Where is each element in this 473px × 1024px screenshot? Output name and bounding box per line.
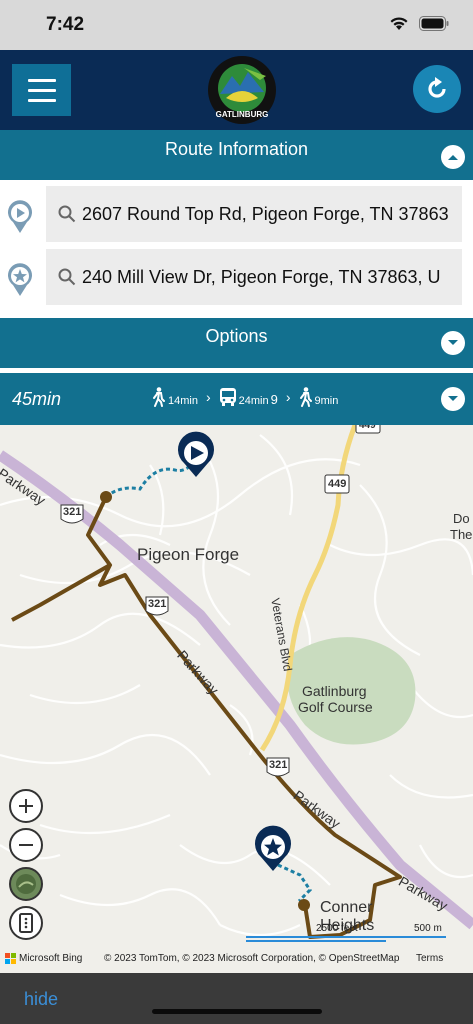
walk2-time: 9min xyxy=(314,395,339,407)
bing-logo: Microsoft Bing xyxy=(5,953,82,964)
trip-duration: 45min xyxy=(12,389,62,409)
walk1-time: 14min xyxy=(168,395,198,407)
plus-icon xyxy=(19,799,33,813)
chevron-down-icon xyxy=(448,340,458,345)
route-321-shield: 321 xyxy=(148,598,167,610)
hamburger-icon xyxy=(27,78,56,82)
origin-text: 2607 Round Top Rd, Pigeon Forge, TN 3786… xyxy=(82,203,449,224)
bottom-bar: hide xyxy=(0,973,473,1024)
chevron-right-icon: › xyxy=(205,389,211,405)
map-attribution: © 2023 TomTom, © 2023 Microsoft Corporat… xyxy=(104,953,400,964)
place-dollywood-2: The xyxy=(450,527,473,542)
wifi-icon xyxy=(390,17,408,30)
terms-link[interactable]: Terms xyxy=(416,953,443,964)
zoom-in-button[interactable] xyxy=(9,789,43,823)
trip-summary-toggle[interactable] xyxy=(441,387,465,411)
gatlinburg-logo: GATLINBURG xyxy=(208,56,276,124)
battery-icon xyxy=(419,16,449,31)
destination-row: 240 Mill View Dr, Pigeon Forge, TN 37863… xyxy=(0,249,473,305)
trip-legs: 14min › 24min 9 › 9min xyxy=(152,387,338,407)
chevron-up-icon xyxy=(448,155,458,160)
options-header[interactable]: Options xyxy=(0,318,473,368)
home-indicator xyxy=(152,1009,322,1014)
destination-text: 240 Mill View Dr, Pigeon Forge, TN 37863… xyxy=(82,266,441,287)
map-style-button[interactable] xyxy=(9,867,43,901)
provider-label: Microsoft Bing xyxy=(19,953,83,964)
route-info-toggle[interactable] xyxy=(441,145,465,169)
scale-meters: 500 m xyxy=(414,923,442,934)
app-header: GATLINBURG xyxy=(0,50,473,130)
refresh-icon xyxy=(428,77,446,98)
chevron-down-icon xyxy=(448,396,458,401)
scale-bar xyxy=(246,936,446,942)
layers-icon xyxy=(19,913,33,933)
route-449-shield: 449 xyxy=(359,425,376,431)
walk-leg-2: 9min xyxy=(299,387,339,407)
route-321-shield: 321 xyxy=(63,506,82,518)
bus-time: 24min xyxy=(238,395,269,407)
scale-feet: 2500 feet xyxy=(316,923,358,934)
chevron-right-icon: › xyxy=(285,389,291,405)
walk-icon xyxy=(299,387,312,407)
origin-pin-icon xyxy=(8,200,33,233)
destination-field[interactable]: 240 Mill View Dr, Pigeon Forge, TN 37863… xyxy=(46,249,462,305)
walk-icon xyxy=(153,387,165,407)
refresh-button[interactable] xyxy=(413,65,461,113)
search-icon xyxy=(58,205,76,223)
status-icons xyxy=(389,16,449,31)
bus-leg: 24min 9 xyxy=(219,387,278,407)
bus-icon xyxy=(219,388,236,406)
menu-button[interactable] xyxy=(12,64,71,116)
place-conner-1: Conner xyxy=(320,899,373,916)
walk-leg-1: 14min xyxy=(152,387,198,407)
aerial-view-icon xyxy=(16,874,36,894)
route-321-shield: 321 xyxy=(269,759,288,771)
status-time: 7:42 xyxy=(46,14,85,35)
search-icon xyxy=(58,268,76,286)
map-view[interactable]: 321 321 321 449 449 Pigeon Forge Parkway… xyxy=(0,425,473,973)
route-info-header[interactable]: Route Information xyxy=(0,130,473,180)
zoom-out-button[interactable] xyxy=(9,828,43,862)
destination-map-pin[interactable] xyxy=(255,825,291,871)
status-bar: 7:42 xyxy=(0,0,473,50)
trip-summary[interactable]: 45min 14min › 24min 9 › 9min xyxy=(0,373,473,425)
origin-field[interactable]: 2607 Round Top Rd, Pigeon Forge, TN 3786… xyxy=(46,186,462,242)
golf-course-label-1: Gatlinburg xyxy=(302,683,367,699)
options-title: Options xyxy=(205,326,268,346)
hide-button[interactable]: hide xyxy=(24,989,58,1010)
route-info-title: Route Information xyxy=(164,139,309,159)
options-toggle[interactable] xyxy=(441,331,465,355)
origin-row: 2607 Round Top Rd, Pigeon Forge, TN 3786… xyxy=(0,186,473,242)
layers-button[interactable] xyxy=(9,906,43,940)
logo-text: GATLINBURG xyxy=(216,110,269,119)
route-449-shield: 449 xyxy=(328,478,347,490)
place-pigeon-forge: Pigeon Forge xyxy=(137,545,240,564)
route-panel: 2607 Round Top Rd, Pigeon Forge, TN 3786… xyxy=(0,180,473,318)
golf-course-label-2: Golf Course xyxy=(298,699,373,715)
microsoft-logo-icon xyxy=(5,953,16,964)
destination-pin-icon xyxy=(8,263,33,296)
place-dollywood-1: Do xyxy=(453,511,470,526)
minus-icon xyxy=(19,844,33,846)
bus-route-number: 9 xyxy=(270,392,278,407)
